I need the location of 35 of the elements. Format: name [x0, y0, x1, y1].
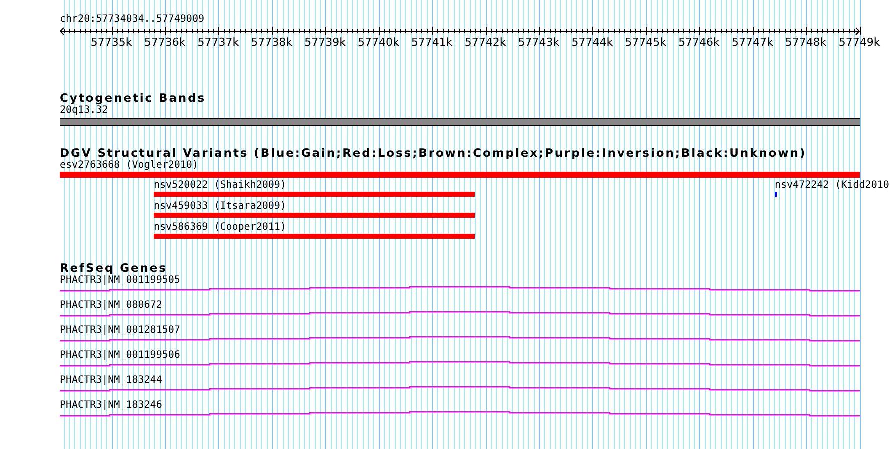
variant-bar[interactable]	[60, 172, 860, 178]
position-label: chr20:57734034..57749009	[60, 14, 204, 25]
gene-label[interactable]: PHACTR3|NM_183246	[60, 400, 162, 411]
tick-label: 57737k	[198, 37, 240, 48]
tick-label: 57742k	[464, 37, 506, 48]
tick-label: 57748k	[785, 37, 827, 48]
tick-label: 57744k	[572, 37, 614, 48]
tick-label: 57746k	[678, 37, 720, 48]
tick-label: 57747k	[732, 37, 774, 48]
track-title: RefSeq Genes	[60, 262, 168, 274]
gene-label[interactable]: PHACTR3|NM_001199505	[60, 275, 180, 286]
tick-label: 57745k	[625, 37, 667, 48]
tick-label: 57736k	[144, 37, 186, 48]
band-label: 20q13.32	[60, 105, 108, 116]
tick-label: 57738k	[251, 37, 293, 48]
tick-label: 57739k	[304, 37, 346, 48]
variant-label[interactable]: nsv459033 (Itsara2009)	[154, 201, 286, 212]
variant-label[interactable]: nsv520022 (Shaikh2009)	[154, 180, 286, 191]
variant-label[interactable]: esv2763668 (Vogler2010)	[60, 160, 198, 171]
tick-label: 57743k	[518, 37, 560, 48]
track-title: DGV Structural Variants (Blue:Gain;Red:Loss;Brown:Complex;Purple:Inversion;Black:Unknown)	[60, 147, 807, 159]
gene-label[interactable]: PHACTR3|NM_080672	[60, 300, 162, 311]
tick-label: 57735k	[90, 37, 132, 48]
variant-bar[interactable]	[154, 192, 475, 197]
variant-bar[interactable]	[154, 234, 475, 239]
tick-label: 57749k	[838, 37, 880, 48]
gene-label[interactable]: PHACTR3|NM_001199506	[60, 350, 180, 361]
track-title: Cytogenetic Bands	[60, 92, 206, 104]
tick-label: 57741k	[411, 37, 453, 48]
gene-label[interactable]: PHACTR3|NM_001281507	[60, 325, 180, 336]
variant-label[interactable]: nsv472242 (Kidd2010	[775, 180, 890, 191]
tick-label: 57740k	[358, 37, 400, 48]
variant-label[interactable]: nsv586369 (Cooper2011)	[154, 222, 286, 233]
variant-bar[interactable]	[154, 213, 475, 218]
gene-label[interactable]: PHACTR3|NM_183244	[60, 375, 162, 386]
